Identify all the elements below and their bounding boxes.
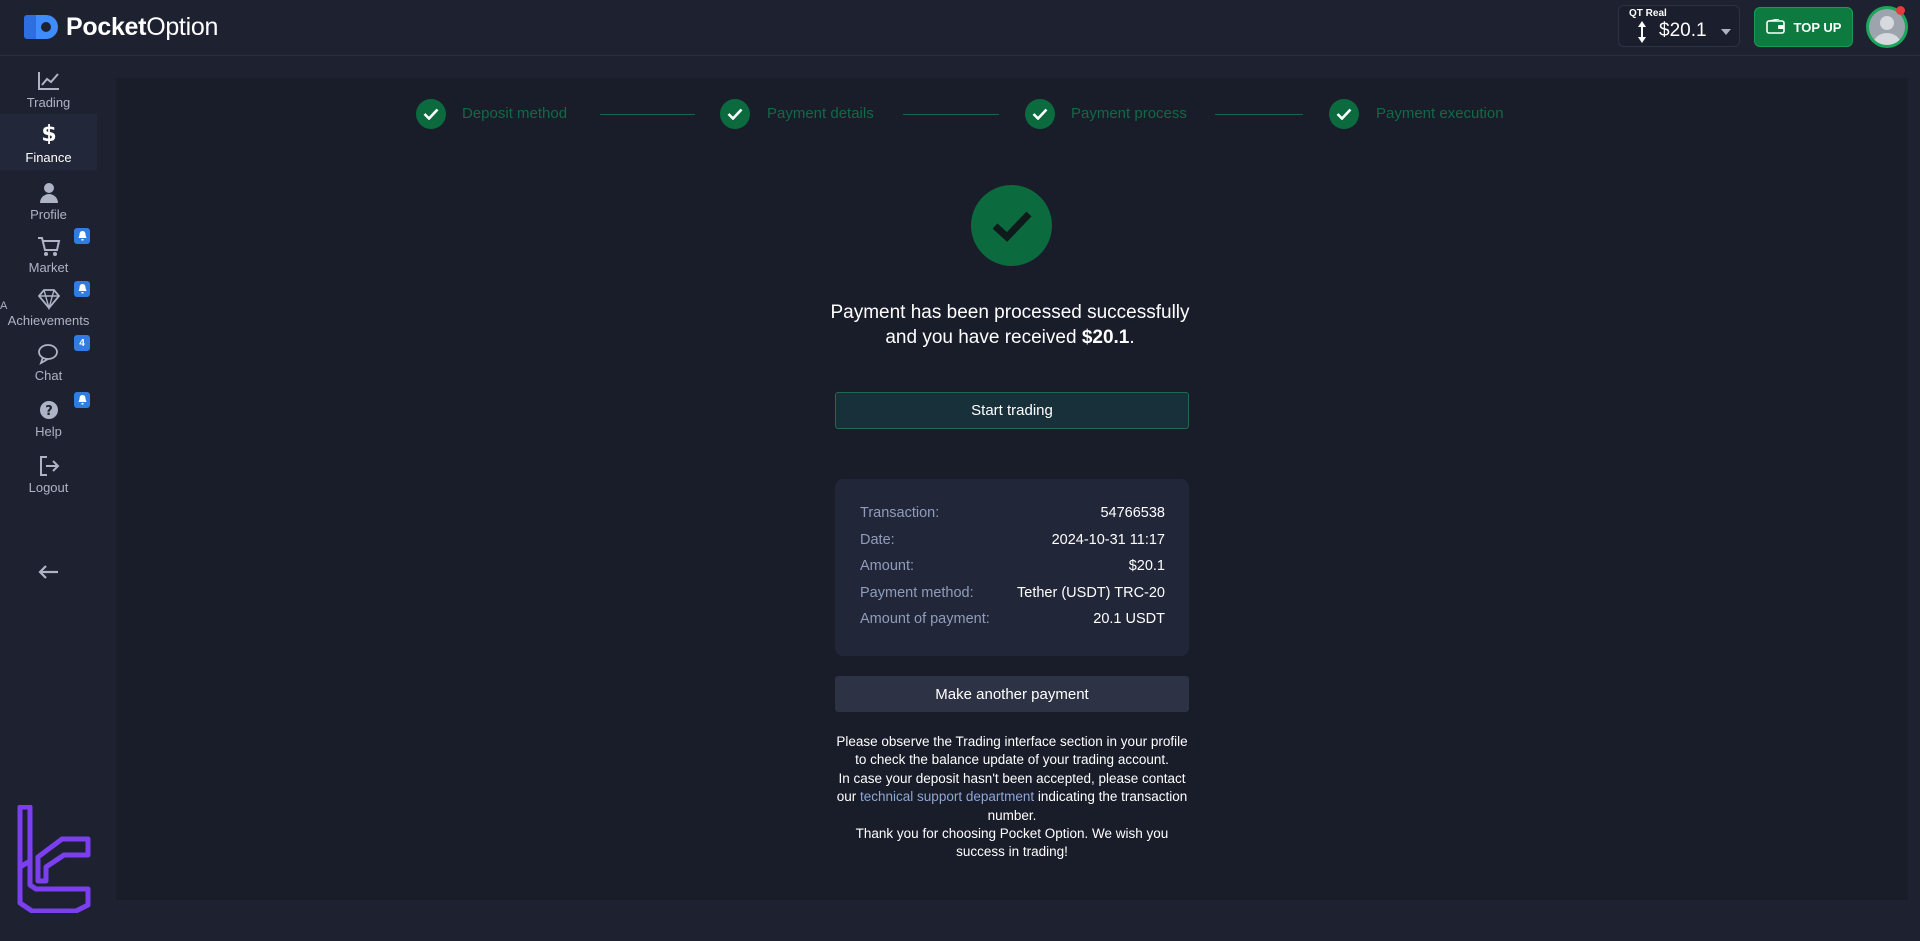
sidebar-item-market[interactable]: Market (0, 227, 97, 279)
detail-key: Transaction: (860, 505, 940, 521)
pocket-option-logo[interactable]: PocketOption (22, 10, 218, 44)
detail-key: Payment method: (860, 585, 974, 601)
step-complete-icon (1329, 99, 1359, 129)
notification-dot (1896, 6, 1905, 15)
note-paragraph: In case your deposit hasn't been accepte… (836, 770, 1188, 823)
watermark-logo-icon (17, 805, 91, 913)
start-trading-button[interactable]: Start trading (835, 392, 1189, 429)
user-icon (40, 183, 58, 203)
chart-line-icon (38, 72, 59, 90)
swap-arrows-icon (1638, 21, 1646, 43)
logo-text: PocketOption (66, 12, 219, 41)
detail-key: Amount of payment: (860, 611, 990, 627)
logout-icon (40, 456, 60, 476)
edge-fragment-text: A (0, 300, 8, 312)
note-paragraph: Thank you for choosing Pocket Option. We… (855, 826, 1169, 860)
sidebar-item-label: Chat (34, 368, 63, 383)
step-connector (903, 114, 999, 115)
step-payment-execution: Payment execution (1376, 105, 1504, 122)
svg-text:$: $ (41, 122, 56, 144)
note-paragraph: Please observe the Trading interface sec… (836, 734, 1188, 768)
detail-value: $20.1 (1128, 558, 1165, 574)
sidebar-item-logout[interactable]: Logout (0, 447, 97, 499)
sidebar-item-chat[interactable]: Chat 4 (0, 335, 97, 387)
pocket-option-logo-icon (24, 15, 58, 39)
transaction-details-card: Transaction: 54766538 Date: 2024-10-31 11:… (835, 479, 1189, 656)
step-complete-icon (1025, 99, 1055, 129)
sidebar-item-help[interactable]: ? Help (0, 391, 97, 443)
help-icon: ? (40, 401, 58, 419)
step-deposit-method: Deposit method (462, 105, 568, 122)
wallet-icon (1765, 19, 1785, 34)
success-line-2: and you have received $20.1. (885, 327, 1135, 348)
cart-icon (38, 237, 61, 256)
chat-count-badge: 4 (74, 335, 90, 351)
detail-value: 54766538 (1100, 505, 1165, 521)
chat-icon (38, 344, 58, 365)
step-connector (1215, 114, 1303, 115)
technical-support-link[interactable]: technical support department (860, 789, 1034, 804)
step-payment-process: Payment process (1071, 105, 1187, 122)
account-type-label: QT Real (1629, 8, 1667, 19)
bell-badge-icon (74, 228, 90, 244)
balance-amount: $20.1 (1659, 20, 1707, 41)
top-header: PocketOption QT Real $20.1 TOP UP (0, 0, 1920, 56)
make-another-payment-button[interactable]: Make another payment (835, 676, 1189, 712)
diamond-icon (37, 289, 61, 310)
detail-key: Amount: (860, 558, 914, 574)
received-amount: $20.1 (1081, 327, 1130, 348)
step-payment-details: Payment details (767, 105, 874, 122)
detail-row-amount: Amount: $20.1 (860, 558, 1165, 578)
sidebar-item-label: Market (28, 260, 69, 275)
dollar-icon: $ (41, 122, 56, 144)
bell-badge-icon (74, 392, 90, 408)
detail-value: 20.1 USDT (1093, 611, 1165, 627)
success-message: Payment has been processed successfully … (780, 300, 1240, 350)
step-complete-icon (416, 99, 446, 129)
detail-row-amount-of-payment: Amount of payment: 20.1 USDT (860, 611, 1165, 631)
svg-text:?: ? (45, 404, 53, 419)
account-balance-dropdown[interactable]: QT Real $20.1 (1618, 5, 1740, 47)
deposit-notes: Please observe the Trading interface sec… (830, 733, 1194, 862)
success-line-1: Payment has been processed successfully (830, 302, 1190, 323)
sidebar-item-label: Profile (30, 207, 67, 222)
sidebar-item-label: Achievements (7, 313, 90, 328)
detail-row-date: Date: 2024-10-31 11:17 (860, 532, 1165, 552)
sidebar-item-finance[interactable]: $ Finance (0, 114, 97, 170)
sidebar-item-achievements[interactable]: Achievements (0, 280, 97, 332)
sidebar-item-trading[interactable]: Trading (0, 62, 97, 114)
detail-value: Tether (USDT) TRC-20 (1017, 585, 1165, 601)
chevron-down-icon (1721, 29, 1731, 35)
sidebar-item-label: Finance (25, 150, 72, 165)
sidebar-item-label: Help (35, 424, 62, 439)
detail-key: Date: (860, 532, 895, 548)
sidebar-item-profile[interactable]: Profile (0, 174, 97, 226)
sidebar-item-label: Trading (26, 95, 71, 110)
step-complete-icon (720, 99, 750, 129)
top-up-label: TOP UP (1793, 19, 1842, 35)
bell-badge-icon (74, 281, 90, 297)
detail-value: 2024-10-31 11:17 (1051, 532, 1165, 548)
success-check-icon (971, 185, 1052, 266)
top-up-button[interactable]: TOP UP (1754, 7, 1853, 47)
detail-row-payment-method: Payment method: Tether (USDT) TRC-20 (860, 585, 1165, 605)
collapse-sidebar-arrow-icon[interactable] (38, 565, 60, 579)
sidebar-item-label: Logout (28, 480, 69, 495)
step-connector (600, 114, 695, 115)
detail-row-transaction: Transaction: 54766538 (860, 505, 1165, 525)
